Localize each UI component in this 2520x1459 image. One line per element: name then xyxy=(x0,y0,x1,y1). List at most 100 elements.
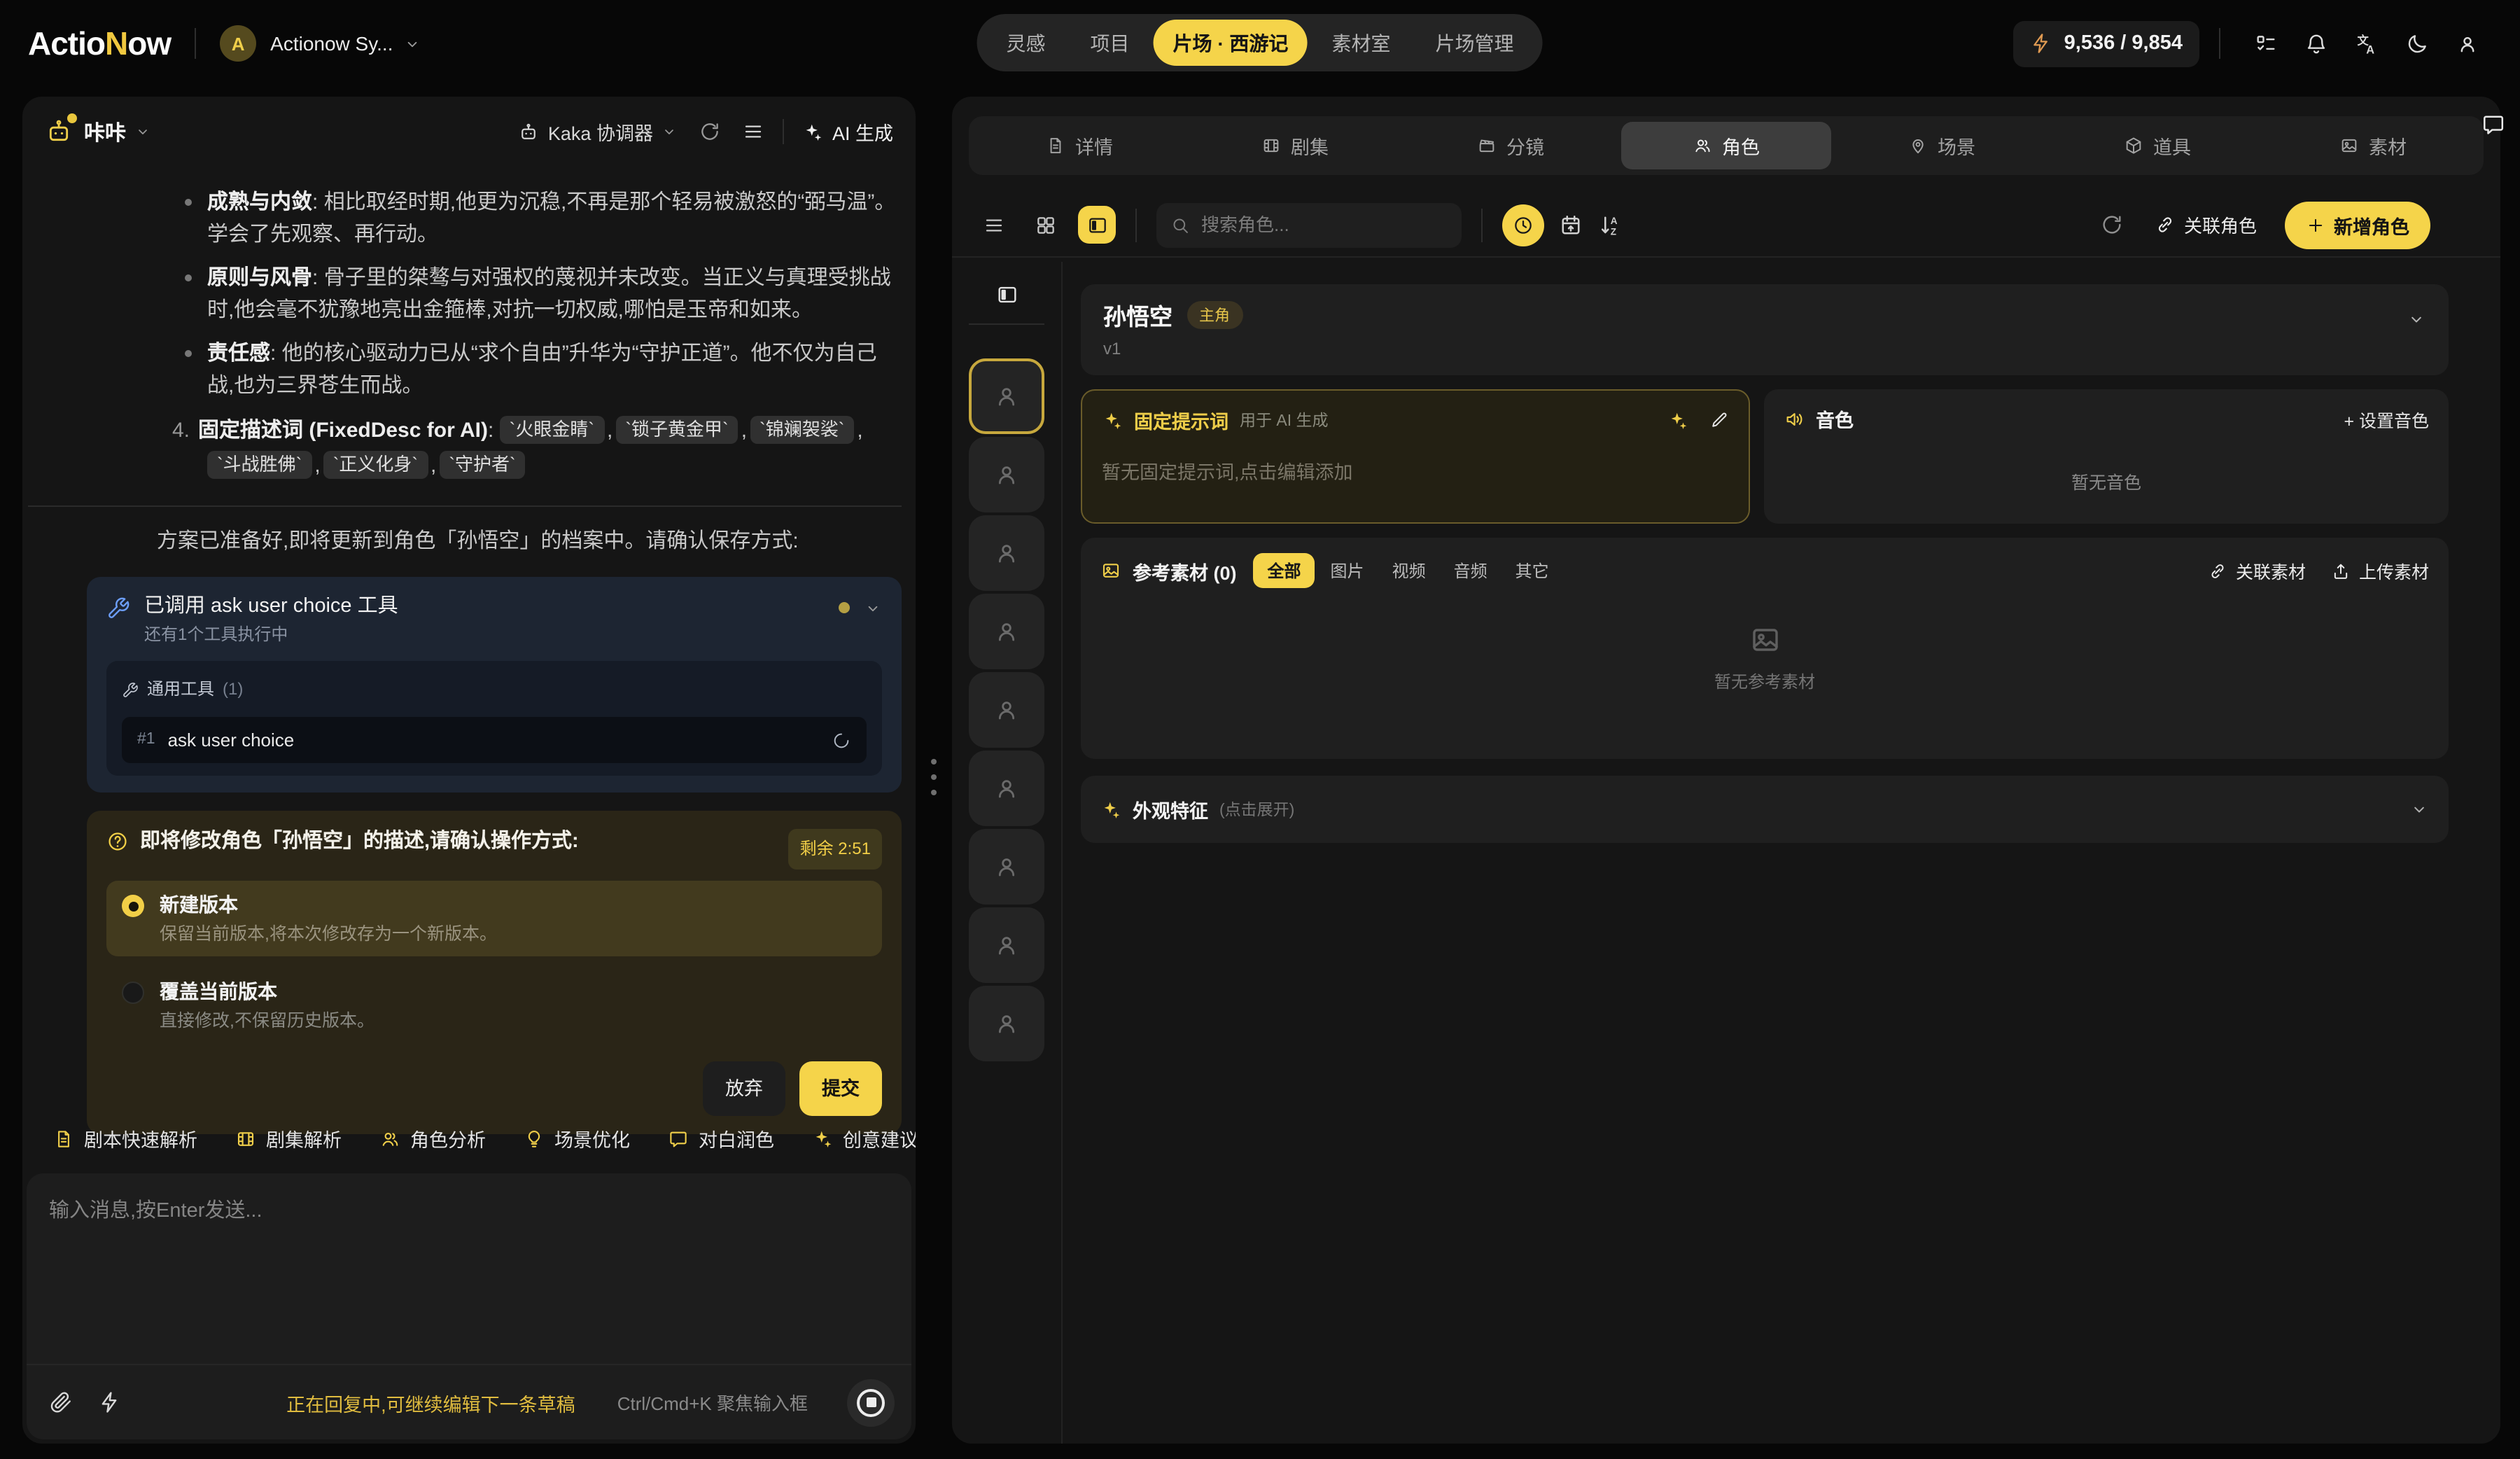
character-thumb[interactable] xyxy=(969,437,1044,512)
reply-status-text: 正在回复中,可继续编辑下一条草稿 xyxy=(286,1388,575,1416)
feedback-bubble-button[interactable] xyxy=(2481,112,2506,137)
quick-action-scene-optimize[interactable]: 场景优化 xyxy=(524,1124,630,1152)
option-overwrite-version[interactable]: 覆盖当前版本 直接修改,不保留历史版本。 xyxy=(106,968,882,1043)
add-character-button[interactable]: 新增角色 xyxy=(2285,201,2430,249)
tab-episodes[interactable]: 剧集 xyxy=(1190,122,1400,169)
filter-videos[interactable]: 视频 xyxy=(1380,553,1438,588)
attach-button[interactable] xyxy=(49,1390,73,1414)
chevron-down-icon[interactable] xyxy=(2409,800,2429,819)
sort-alpha-button[interactable] xyxy=(1597,212,1623,237)
tab-props[interactable]: 道具 xyxy=(2052,122,2262,169)
filter-all[interactable]: 全部 xyxy=(1254,553,1315,588)
chevron-down-icon[interactable] xyxy=(2407,309,2426,329)
upload-asset-button[interactable]: 上传素材 xyxy=(2331,557,2429,584)
view-list-button[interactable] xyxy=(974,206,1012,244)
shortcut-hint: Ctrl/Cmd+K 聚焦输入框 xyxy=(617,1389,808,1416)
agent-selector[interactable]: Kaka 协调器 xyxy=(519,118,678,146)
refresh-list-button[interactable] xyxy=(2100,213,2124,237)
character-search[interactable] xyxy=(1156,202,1462,247)
tab-scenes[interactable]: 场景 xyxy=(1837,122,2047,169)
option-new-version[interactable]: 新建版本 保留当前版本,将本次修改存为一个新版本。 xyxy=(106,881,882,956)
ai-generate-button[interactable]: AI 生成 xyxy=(803,118,893,146)
fixed-prompt-card[interactable]: 固定提示词 用于 AI 生成 暂无固定提示词,点击编辑添加 xyxy=(1081,389,1750,524)
fixed-prompt-title: 固定提示词 xyxy=(1134,406,1228,434)
nav-item-inspiration[interactable]: 灵感 xyxy=(986,14,1067,71)
sort-az-icon xyxy=(1597,212,1623,237)
filter-other[interactable]: 其它 xyxy=(1503,553,1562,588)
view-grid-button[interactable] xyxy=(1026,206,1064,244)
lightning-icon xyxy=(98,1390,122,1414)
submit-button[interactable]: 提交 xyxy=(799,1061,882,1116)
sort-by-date-button[interactable] xyxy=(1558,212,1583,237)
quick-action-creative-suggest[interactable]: 创意建议 xyxy=(812,1124,916,1152)
sparkles-icon xyxy=(1102,410,1123,431)
collapse-rail-button[interactable] xyxy=(995,276,1018,312)
character-thumb[interactable] xyxy=(969,829,1044,905)
view-split-button[interactable] xyxy=(1078,206,1116,244)
nav-item-projects[interactable]: 项目 xyxy=(1070,14,1151,71)
history-list-button[interactable] xyxy=(743,120,765,143)
references-title: 参考素材 (0) xyxy=(1133,557,1237,585)
ai-sparkles-button[interactable] xyxy=(1667,410,1688,431)
quick-action-character-analysis[interactable]: 角色分析 xyxy=(379,1124,486,1152)
sparkles-icon xyxy=(803,121,824,142)
character-thumb[interactable] xyxy=(969,907,1044,983)
nav-item-assets[interactable]: 素材室 xyxy=(1310,14,1411,71)
appearance-card[interactable]: 外观特征 (点击展开) xyxy=(1081,776,2449,843)
quick-action-episode-parse[interactable]: 剧集解析 xyxy=(235,1124,342,1152)
speech-bubble-icon xyxy=(2481,112,2506,137)
character-thumb-selected[interactable] xyxy=(969,358,1044,434)
references-empty-text: 暂无参考素材 xyxy=(1714,669,1815,693)
cancel-button[interactable]: 放弃 xyxy=(703,1061,785,1116)
character-thumb[interactable] xyxy=(969,751,1044,826)
character-thumb[interactable] xyxy=(969,672,1044,748)
character-thumb[interactable] xyxy=(969,515,1044,591)
tool-run-row[interactable]: #1 ask user choice xyxy=(122,717,867,763)
tasks-button[interactable] xyxy=(2240,32,2290,55)
chat-panel: 咔咔 Kaka 协调器 AI 生成 成熟与内敛: 相比取经时期,他更为沉稳,不再… xyxy=(22,97,916,1444)
quick-actions: 剧本快速解析 剧集解析 角色分析 场景优化 对白润色 创意建议 xyxy=(53,1124,902,1152)
stop-generation-button[interactable] xyxy=(847,1378,895,1426)
filter-images[interactable]: 图片 xyxy=(1318,553,1377,588)
language-button[interactable] xyxy=(2341,32,2391,55)
character-header-card[interactable]: 孙悟空 主角 v1 xyxy=(1081,284,2449,375)
option-label: 覆盖当前版本 xyxy=(160,979,374,1004)
account-button[interactable] xyxy=(2442,32,2492,55)
refresh-chat-button[interactable] xyxy=(699,120,722,143)
workspace-switcher[interactable]: A Actionow Sy... xyxy=(220,25,421,62)
search-input[interactable] xyxy=(1201,214,1448,235)
set-voice-button[interactable]: + 设置音色 xyxy=(2344,405,2429,432)
edit-pencil-button[interactable] xyxy=(1709,410,1729,430)
notifications-button[interactable] xyxy=(2290,32,2341,55)
quick-action-dialogue-polish[interactable]: 对白润色 xyxy=(668,1124,774,1152)
tab-assets[interactable]: 素材 xyxy=(2268,122,2478,169)
list-icon xyxy=(743,120,765,143)
fixed-prompt-empty[interactable]: 暂无固定提示词,点击编辑添加 xyxy=(1102,456,1729,484)
character-thumb[interactable] xyxy=(969,594,1044,669)
nav-item-studio-manage[interactable]: 片场管理 xyxy=(1414,14,1534,71)
chevron-down-icon[interactable] xyxy=(134,123,151,140)
tab-characters[interactable]: 角色 xyxy=(1621,122,1831,169)
quick-command-button[interactable] xyxy=(98,1390,122,1414)
tab-details[interactable]: 详情 xyxy=(974,122,1184,169)
chat-message-area[interactable]: 成熟与内敛: 相比取经时期,他更为沉稳,不再是那个轻易被激怒的“弼马温”。学会了… xyxy=(22,167,916,1147)
role-badge: 主角 xyxy=(1186,301,1242,329)
radio-unselected-icon[interactable] xyxy=(122,982,144,1004)
tool-call-card[interactable]: 已调用 ask user choice 工具 还有1个工具执行中 通用工具 (1… xyxy=(87,577,902,793)
link-asset-button[interactable]: 关联素材 xyxy=(2208,557,2306,584)
panel-resize-handle[interactable] xyxy=(931,759,937,795)
tab-storyboard[interactable]: 分镜 xyxy=(1406,122,1616,169)
filter-audio[interactable]: 音频 xyxy=(1441,553,1500,588)
nav-item-studio-active[interactable]: 片场 · 西游记 xyxy=(1154,20,1308,66)
film-icon xyxy=(1261,136,1281,155)
theme-toggle-button[interactable] xyxy=(2391,32,2442,55)
sort-recent-button[interactable] xyxy=(1502,204,1544,246)
radio-selected-icon[interactable] xyxy=(122,895,144,917)
quick-action-script-parse[interactable]: 剧本快速解析 xyxy=(53,1124,197,1152)
link-character-button[interactable]: 关联角色 xyxy=(2155,211,2257,238)
message-input[interactable] xyxy=(27,1173,911,1364)
chevron-down-icon[interactable] xyxy=(864,599,882,617)
character-thumb[interactable] xyxy=(969,986,1044,1061)
credits-usage[interactable]: 9,536 / 9,854 xyxy=(2014,20,2199,67)
person-icon xyxy=(993,853,1021,881)
